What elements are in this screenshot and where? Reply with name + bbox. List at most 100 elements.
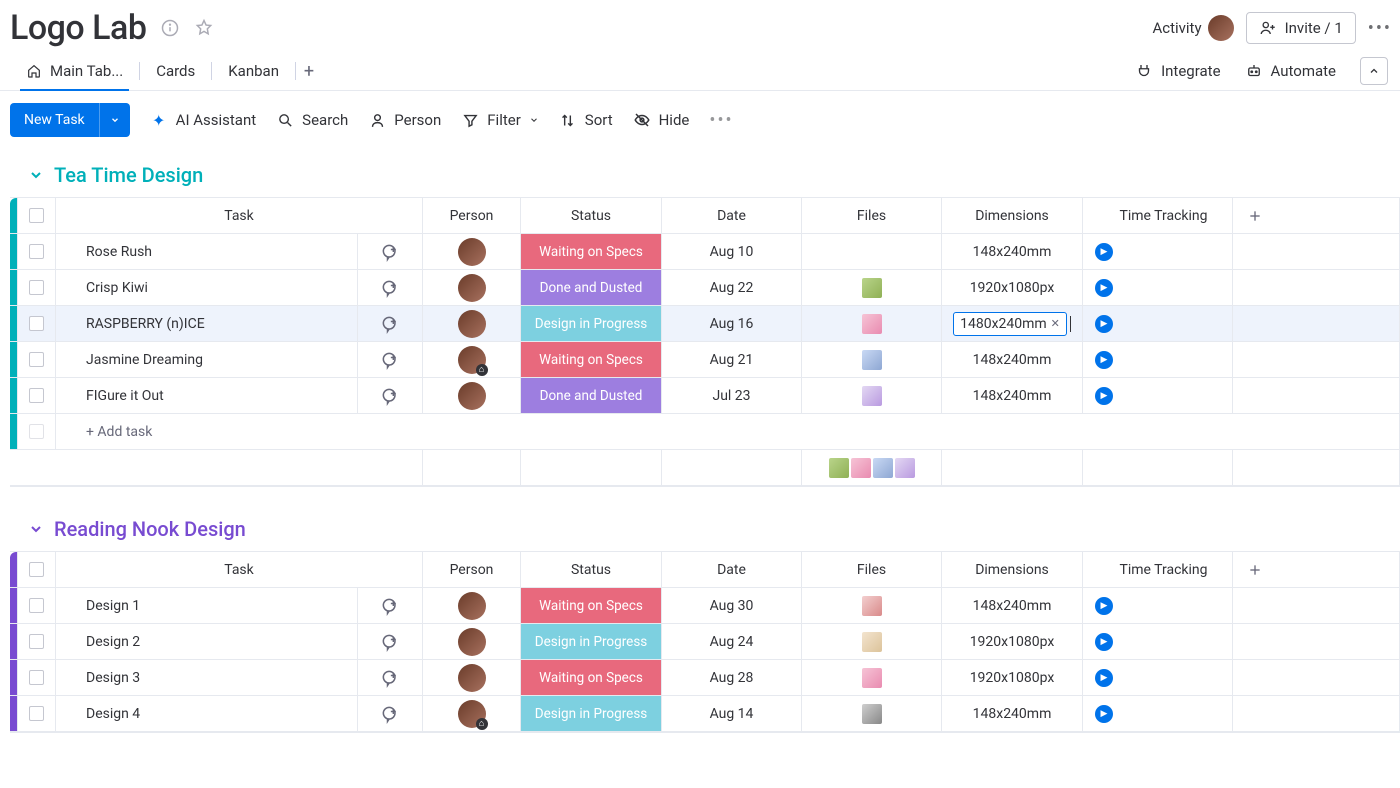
timetracking-cell[interactable]: ▶: [1082, 624, 1232, 659]
file-thumbnail[interactable]: [851, 458, 871, 478]
column-header-date[interactable]: Date: [661, 552, 801, 587]
file-thumbnail[interactable]: [862, 350, 882, 370]
dimensions-cell[interactable]: 1480x240mm✕: [941, 306, 1082, 341]
open-conversation-button[interactable]: [357, 588, 422, 623]
play-icon[interactable]: ▶: [1095, 633, 1113, 651]
play-icon[interactable]: ▶: [1095, 669, 1113, 687]
dimensions-cell[interactable]: 148x240mm: [941, 234, 1082, 269]
files-cell[interactable]: [801, 660, 941, 695]
file-thumbnail[interactable]: [873, 458, 893, 478]
open-conversation-button[interactable]: [357, 234, 422, 269]
dimensions-cell[interactable]: 1920x1080px: [941, 660, 1082, 695]
task-name-cell[interactable]: Jasmine Dreaming: [55, 342, 357, 377]
dimensions-cell[interactable]: 148x240mm: [941, 588, 1082, 623]
open-conversation-button[interactable]: [357, 270, 422, 305]
column-header-timetracking[interactable]: Time Tracking: [1082, 198, 1232, 233]
more-icon[interactable]: •••: [1368, 18, 1392, 39]
row-checkbox[interactable]: [17, 696, 55, 731]
table-row[interactable]: RASPBERRY (n)ICEDesign in ProgressAug 16…: [10, 306, 1399, 342]
select-all-checkbox[interactable]: [17, 198, 55, 233]
dimensions-cell[interactable]: 148x240mm: [941, 342, 1082, 377]
open-conversation-button[interactable]: [357, 624, 422, 659]
row-checkbox[interactable]: [17, 588, 55, 623]
clear-icon[interactable]: ✕: [1051, 317, 1060, 330]
person-cell[interactable]: [422, 270, 520, 305]
date-cell[interactable]: Jul 23: [661, 378, 801, 413]
date-cell[interactable]: Aug 28: [661, 660, 801, 695]
person-cell[interactable]: [422, 378, 520, 413]
column-header-timetracking[interactable]: Time Tracking: [1082, 552, 1232, 587]
files-cell[interactable]: [801, 306, 941, 341]
sort-button[interactable]: Sort: [559, 111, 613, 129]
play-icon[interactable]: ▶: [1095, 705, 1113, 723]
play-icon[interactable]: ▶: [1095, 597, 1113, 615]
dimensions-cell[interactable]: 1920x1080px: [941, 624, 1082, 659]
status-cell[interactable]: Waiting on Specs: [520, 342, 661, 377]
add-column-button[interactable]: [1232, 198, 1399, 233]
status-cell[interactable]: Design in Progress: [520, 306, 661, 341]
files-cell[interactable]: [801, 624, 941, 659]
hide-button[interactable]: Hide: [633, 111, 690, 129]
activity-button[interactable]: Activity: [1152, 15, 1233, 41]
table-row[interactable]: Rose RushWaiting on SpecsAug 10148x240mm…: [10, 234, 1399, 270]
file-thumbnail[interactable]: [862, 668, 882, 688]
file-thumbnail[interactable]: [862, 314, 882, 334]
info-icon[interactable]: [160, 18, 180, 38]
table-row[interactable]: Design 2Design in ProgressAug 241920x108…: [10, 624, 1399, 660]
row-checkbox[interactable]: [17, 342, 55, 377]
column-header-status[interactable]: Status: [520, 552, 661, 587]
view-tab-cards[interactable]: Cards: [142, 52, 209, 90]
dimensions-value[interactable]: 148x240mm: [973, 388, 1052, 404]
collapse-button[interactable]: [1360, 57, 1388, 85]
person-cell[interactable]: [422, 588, 520, 623]
date-cell[interactable]: Aug 30: [661, 588, 801, 623]
dimensions-value[interactable]: 148x240mm: [973, 598, 1052, 614]
table-row[interactable]: Design 1Waiting on SpecsAug 30148x240mm▶: [10, 588, 1399, 624]
timetracking-cell[interactable]: ▶: [1082, 270, 1232, 305]
play-icon[interactable]: ▶: [1095, 243, 1113, 261]
column-header-status[interactable]: Status: [520, 198, 661, 233]
group-header-tea-time[interactable]: Tea Time Design: [10, 163, 1400, 187]
date-cell[interactable]: Aug 16: [661, 306, 801, 341]
file-thumbnail[interactable]: [895, 458, 915, 478]
timetracking-cell[interactable]: ▶: [1082, 378, 1232, 413]
new-task-button[interactable]: New Task: [10, 103, 130, 137]
status-cell[interactable]: Done and Dusted: [520, 270, 661, 305]
status-cell[interactable]: Done and Dusted: [520, 378, 661, 413]
automate-button[interactable]: Automate: [1245, 62, 1336, 80]
date-cell[interactable]: Aug 14: [661, 696, 801, 731]
task-name-cell[interactable]: Design 3: [55, 660, 357, 695]
status-cell[interactable]: Design in Progress: [520, 624, 661, 659]
date-cell[interactable]: Aug 21: [661, 342, 801, 377]
timetracking-cell[interactable]: ▶: [1082, 342, 1232, 377]
dimensions-input[interactable]: 1480x240mm✕: [953, 312, 1067, 336]
row-checkbox[interactable]: [17, 270, 55, 305]
summary-files[interactable]: [801, 450, 941, 485]
play-icon[interactable]: ▶: [1095, 351, 1113, 369]
play-icon[interactable]: ▶: [1095, 387, 1113, 405]
task-name-cell[interactable]: Design 4: [55, 696, 357, 731]
column-header-person[interactable]: Person: [422, 198, 520, 233]
person-cell[interactable]: [422, 234, 520, 269]
file-thumbnail[interactable]: [862, 632, 882, 652]
invite-button[interactable]: Invite / 1: [1246, 12, 1356, 44]
timetracking-cell[interactable]: ▶: [1082, 234, 1232, 269]
add-view-button[interactable]: +: [298, 60, 320, 82]
dimensions-value[interactable]: 148x240mm: [973, 706, 1052, 722]
row-checkbox[interactable]: [17, 624, 55, 659]
group-header-reading-nook[interactable]: Reading Nook Design: [10, 517, 1400, 541]
task-name-cell[interactable]: Rose Rush: [55, 234, 357, 269]
person-cell[interactable]: [422, 306, 520, 341]
file-thumbnail[interactable]: [862, 386, 882, 406]
dimensions-value[interactable]: 148x240mm: [973, 244, 1052, 260]
person-filter-button[interactable]: Person: [368, 111, 441, 129]
timetracking-cell[interactable]: ▶: [1082, 696, 1232, 731]
person-cell[interactable]: [422, 660, 520, 695]
dimensions-cell[interactable]: 1920x1080px: [941, 270, 1082, 305]
dimensions-value[interactable]: 148x240mm: [973, 352, 1052, 368]
timetracking-cell[interactable]: ▶: [1082, 588, 1232, 623]
open-conversation-button[interactable]: [357, 696, 422, 731]
table-row[interactable]: Design 3Waiting on SpecsAug 281920x1080p…: [10, 660, 1399, 696]
file-thumbnail[interactable]: [862, 704, 882, 724]
dimensions-value[interactable]: 1920x1080px: [970, 670, 1055, 686]
